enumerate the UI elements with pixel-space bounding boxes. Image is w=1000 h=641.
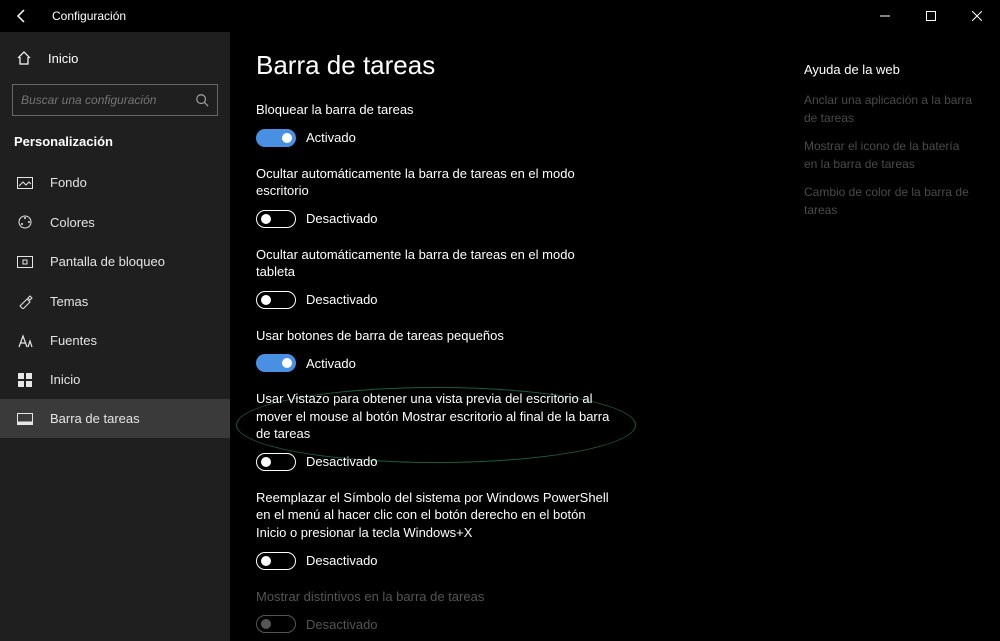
fonts-icon: [14, 334, 36, 348]
lockscreen-icon: [14, 256, 36, 268]
setting-peek: Usar Vistazo para obtener una vista prev…: [256, 390, 616, 471]
setting-label: Mostrar distintivos en la barra de tarea…: [256, 588, 616, 606]
main-content: Barra de tareas Bloquear la barra de tar…: [230, 32, 1000, 641]
sidebar-section-label: Personalización: [0, 130, 230, 163]
sidebar: Inicio Personalización Fondo Colores Pan…: [0, 32, 230, 641]
back-button[interactable]: [14, 8, 34, 24]
help-link[interactable]: Mostrar el icono de la batería en la bar…: [804, 137, 976, 173]
help-title: Ayuda de la web: [804, 62, 976, 77]
setting-label: Bloquear la barra de tareas: [256, 101, 616, 119]
help-link[interactable]: Cambio de color de la barra de tareas: [804, 183, 976, 219]
search-input-container[interactable]: [12, 84, 218, 116]
taskbar-icon: [14, 413, 36, 425]
sidebar-item-label: Fondo: [50, 175, 87, 190]
setting-badges: Mostrar distintivos en la barra de tarea…: [256, 588, 616, 634]
window-title: Configuración: [52, 9, 126, 23]
toggle-autohide-desktop[interactable]: [256, 210, 296, 228]
sidebar-item-label: Fuentes: [50, 333, 97, 348]
setting-label: Ocultar automáticamente la barra de tare…: [256, 246, 616, 281]
setting-powershell: Reemplazar el Símbolo del sistema por Wi…: [256, 489, 616, 570]
settings-column: Bloquear la barra de tareas Activado Ocu…: [256, 101, 616, 641]
toggle-autohide-tablet[interactable]: [256, 291, 296, 309]
setting-label: Reemplazar el Símbolo del sistema por Wi…: [256, 489, 616, 542]
sidebar-item-label: Pantalla de bloqueo: [50, 254, 165, 269]
window-controls: [862, 0, 1000, 32]
sidebar-item-fondo[interactable]: Fondo: [0, 163, 230, 202]
sidebar-item-pantalla-bloqueo[interactable]: Pantalla de bloqueo: [0, 242, 230, 281]
toggle-powershell[interactable]: [256, 552, 296, 570]
sidebar-item-label: Temas: [50, 294, 88, 309]
sidebar-item-label: Inicio: [50, 372, 80, 387]
colors-icon: [14, 214, 36, 230]
titlebar: Configuración: [0, 0, 1000, 32]
sidebar-item-label: Colores: [50, 215, 95, 230]
sidebar-home-label: Inicio: [48, 51, 78, 66]
help-panel: Ayuda de la web Anclar una aplicación a …: [804, 62, 976, 229]
start-icon: [14, 373, 36, 387]
toggle-state: Desactivado: [306, 553, 378, 568]
help-link[interactable]: Anclar una aplicación a la barra de tare…: [804, 91, 976, 127]
sidebar-item-label: Barra de tareas: [50, 411, 140, 426]
setting-autohide-desktop: Ocultar automáticamente la barra de tare…: [256, 165, 616, 228]
setting-lock-taskbar: Bloquear la barra de tareas Activado: [256, 101, 616, 147]
toggle-state: Desactivado: [306, 292, 378, 307]
toggle-state: Desactivado: [306, 211, 378, 226]
toggle-state: Activado: [306, 130, 356, 145]
sidebar-item-colores[interactable]: Colores: [0, 202, 230, 242]
toggle-small-buttons[interactable]: [256, 354, 296, 372]
toggle-state: Desactivado: [306, 454, 378, 469]
close-button[interactable]: [954, 0, 1000, 32]
setting-label: Usar botones de barra de tareas pequeños: [256, 327, 616, 345]
toggle-badges: [256, 615, 296, 633]
toggle-peek[interactable]: [256, 453, 296, 471]
maximize-button[interactable]: [908, 0, 954, 32]
search-icon: [195, 93, 209, 107]
toggle-state: Desactivado: [306, 617, 378, 632]
sidebar-nav: Fondo Colores Pantalla de bloqueo Temas …: [0, 163, 230, 438]
background-icon: [14, 177, 36, 189]
sidebar-item-barra-tareas[interactable]: Barra de tareas: [0, 399, 230, 438]
setting-label: Usar Vistazo para obtener una vista prev…: [256, 390, 616, 443]
sidebar-item-fuentes[interactable]: Fuentes: [0, 321, 230, 360]
search-input[interactable]: [21, 93, 195, 107]
toggle-lock-taskbar[interactable]: [256, 129, 296, 147]
sidebar-item-temas[interactable]: Temas: [0, 281, 230, 321]
setting-autohide-tablet: Ocultar automáticamente la barra de tare…: [256, 246, 616, 309]
sidebar-item-inicio[interactable]: Inicio: [0, 360, 230, 399]
setting-small-buttons: Usar botones de barra de tareas pequeños…: [256, 327, 616, 373]
toggle-state: Activado: [306, 356, 356, 371]
minimize-button[interactable]: [862, 0, 908, 32]
themes-icon: [14, 293, 36, 309]
sidebar-home[interactable]: Inicio: [0, 40, 230, 76]
setting-label: Ocultar automáticamente la barra de tare…: [256, 165, 616, 200]
home-icon: [14, 50, 34, 66]
